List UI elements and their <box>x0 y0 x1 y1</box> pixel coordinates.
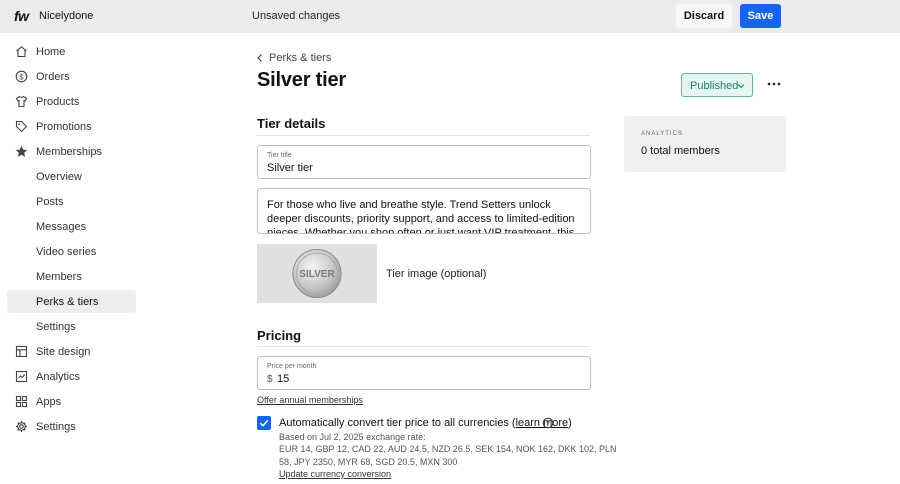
tier-description-text: For those who live and breathe style. Tr… <box>267 199 575 234</box>
auto-convert-text: Automatically convert tier price to all … <box>279 417 516 429</box>
price-input[interactable]: 15 <box>277 373 289 385</box>
sidebar-item-label: Settings <box>36 321 76 333</box>
sidebar-item-site-design[interactable]: Site design <box>7 340 136 363</box>
save-button[interactable]: Save <box>740 4 781 28</box>
dollar-circle-icon: $ <box>15 70 28 83</box>
chevron-down-icon <box>737 84 745 89</box>
sidebar-item-label: Video series <box>36 246 97 258</box>
help-icon[interactable]: ? <box>542 417 554 429</box>
discard-button[interactable]: Discard <box>676 4 732 28</box>
sidebar-item-label: Posts <box>36 196 64 208</box>
tier-title-input[interactable]: Silver tier <box>267 162 313 174</box>
breadcrumb-link[interactable]: Perks & tiers <box>269 52 331 64</box>
sidebar-subitem-messages[interactable]: Messages <box>7 215 136 238</box>
sidebar-item-label: Perks & tiers <box>36 296 99 308</box>
chevron-left-icon <box>257 54 262 62</box>
sidebar-item-label: Apps <box>36 396 62 408</box>
sidebar-subitem-members[interactable]: Members <box>7 265 136 288</box>
sidebar-item-label: Analytics <box>36 371 81 383</box>
sidebar-item-label: Overview <box>36 171 82 183</box>
sidebar-item-products[interactable]: Products <box>7 90 136 113</box>
more-options-icon[interactable] <box>765 77 783 91</box>
sidebar-subitem-video-series[interactable]: Video series <box>7 240 136 263</box>
apps-grid-icon <box>15 395 28 408</box>
pricing-heading: Pricing <box>257 328 302 343</box>
exchange-rate-values-cont: 58, JPY 2350, MYR 68, SGD 20.5, MXN 300 <box>279 457 458 467</box>
sidebar-item-label: Settings <box>36 421 76 433</box>
divider <box>257 135 590 136</box>
sidebar-item-label: Orders <box>36 71 70 83</box>
exchange-rate-values: EUR 14, GBP 12, CAD 22, AUD 24.5, NZD 26… <box>279 444 617 454</box>
exchange-rate-date: Based on Jul 2, 2025 exchange rate: <box>279 432 426 442</box>
home-icon <box>16 46 27 58</box>
analytics-card: ANALYTICS 0 total members <box>624 116 786 172</box>
gear-icon <box>16 421 27 432</box>
sidebar-item-memberships[interactable]: Memberships <box>7 140 136 163</box>
sidebar-item-label: Site design <box>36 346 91 358</box>
status-label: Published <box>690 80 739 92</box>
price-per-month-field[interactable]: Price per month $ 15 <box>257 356 591 390</box>
svg-text:$: $ <box>19 72 24 81</box>
offer-annual-memberships-link[interactable]: Offer annual memberships <box>257 395 363 405</box>
sidebar-item-settings[interactable]: Settings <box>7 415 136 438</box>
top-bar: fw Nicelydone Unsaved changes Discard Sa… <box>0 0 900 33</box>
unsaved-changes-message: Unsaved changes <box>252 10 341 22</box>
auto-convert-checkbox[interactable] <box>257 416 271 430</box>
status-dropdown[interactable]: Published <box>681 73 753 97</box>
sidebar-item-promotions[interactable]: Promotions <box>7 115 136 138</box>
sidebar-item-label: Products <box>36 96 80 108</box>
tier-details-heading: Tier details <box>257 116 326 131</box>
total-members-count: 0 total members <box>641 145 720 157</box>
sidebar-item-analytics[interactable]: Analytics <box>7 365 136 388</box>
update-currency-conversion-link[interactable]: Update currency conversion <box>279 469 391 479</box>
price-label: Price per month <box>267 363 317 370</box>
sidebar-subitem-posts[interactable]: Posts <box>7 190 136 213</box>
sidebar-item-apps[interactable]: Apps <box>7 390 136 413</box>
shirt-icon <box>15 95 28 108</box>
tier-image-thumbnail[interactable]: SILVER <box>257 244 377 303</box>
tag-icon <box>15 120 28 133</box>
sidebar-item-label: Messages <box>36 221 87 233</box>
sidebar-subitem-settings[interactable]: Settings <box>7 315 136 338</box>
divider <box>257 346 590 347</box>
sidebar-item-home[interactable]: Home <box>7 40 136 63</box>
sidebar-item-orders[interactable]: $ Orders <box>7 65 136 88</box>
sidebar-item-label: Members <box>36 271 82 283</box>
tier-title-field[interactable]: Tier title Silver tier <box>257 145 591 179</box>
sidebar-item-label: Home <box>36 46 66 58</box>
page-title: Silver tier <box>257 69 346 91</box>
tier-title-label: Tier title <box>267 152 292 159</box>
sidebar-item-label: Promotions <box>36 121 92 133</box>
sidebar-subitem-overview[interactable]: Overview <box>7 165 136 188</box>
sidebar-item-label: Memberships <box>36 146 103 158</box>
tier-description-textarea[interactable]: For those who live and breathe style. Tr… <box>257 188 591 234</box>
silver-coin-image: SILVER <box>292 249 342 298</box>
chart-icon <box>15 370 28 383</box>
layout-icon <box>15 345 28 358</box>
star-icon <box>15 145 28 157</box>
coin-text: SILVER <box>299 269 335 280</box>
tier-image-label: Tier image (optional) <box>386 268 487 280</box>
auto-convert-text-end: ) <box>568 417 572 429</box>
svg-text:?: ? <box>546 421 550 428</box>
analytics-label: ANALYTICS <box>641 131 683 137</box>
site-name[interactable]: Nicelydone <box>39 10 93 22</box>
brand-logo[interactable]: fw <box>14 8 29 24</box>
currency-symbol: $ <box>267 374 273 385</box>
checkmark-icon <box>259 419 269 427</box>
sidebar-subitem-perks-tiers[interactable]: Perks & tiers <box>7 290 136 313</box>
sidebar: Home $ Orders Products Promotions Member… <box>0 33 143 484</box>
auto-convert-label: Automatically convert tier price to all … <box>279 417 572 429</box>
